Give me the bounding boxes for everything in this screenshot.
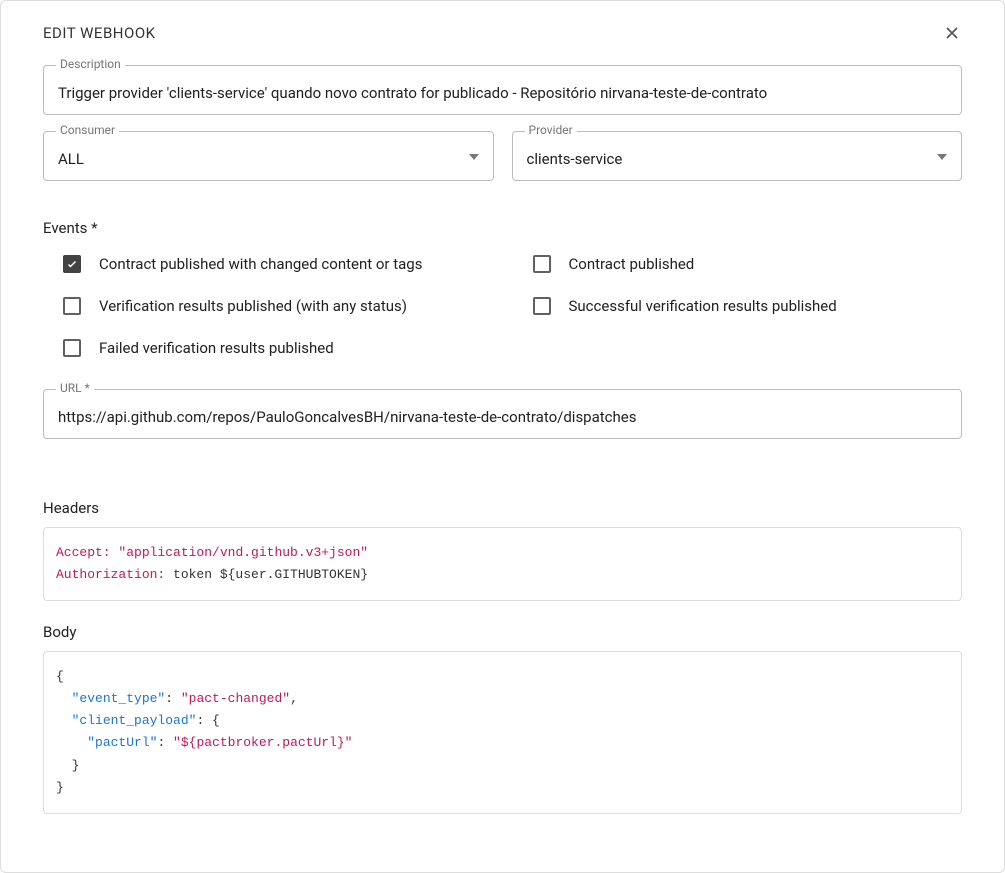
body-section-label: Body xyxy=(43,623,962,641)
provider-value: clients-service xyxy=(527,150,948,168)
url-field[interactable]: URL * https://api.github.com/repos/Paulo… xyxy=(43,389,962,439)
event-checkbox-verification-any[interactable]: Verification results published (with any… xyxy=(63,297,493,315)
brace: } xyxy=(56,780,64,795)
chevron-down-icon xyxy=(469,148,479,164)
headers-section-label: Headers xyxy=(43,499,962,517)
json-value: "${pactbroker.pactUrl}" xyxy=(173,735,352,750)
event-label: Contract published with changed content … xyxy=(99,255,422,273)
modal-header: EDIT WEBHOOK xyxy=(1,1,1004,53)
event-checkbox-verification-success[interactable]: Successful verification results publishe… xyxy=(533,297,963,315)
headers-code[interactable]: Accept: "application/vnd.github.v3+json"… xyxy=(43,527,962,601)
consumer-label: Consumer xyxy=(56,123,119,137)
header-value: "application/vnd.github.v3+json" xyxy=(118,545,368,560)
modal-title: EDIT WEBHOOK xyxy=(43,24,156,42)
comma: , xyxy=(290,691,298,706)
checkbox-icon xyxy=(63,339,81,357)
events-section-label: Events * xyxy=(43,219,962,237)
events-grid: Contract published with changed content … xyxy=(43,255,962,357)
json-value: "pact-changed" xyxy=(181,691,290,706)
provider-select[interactable]: Provider clients-service xyxy=(512,131,963,181)
brace: { xyxy=(56,669,64,684)
header-key: Accept: xyxy=(56,545,111,560)
header-key: Authorization: xyxy=(56,567,165,582)
edit-webhook-modal: EDIT WEBHOOK Description Trigger provide… xyxy=(0,0,1005,873)
checkbox-icon xyxy=(533,297,551,315)
consumer-value: ALL xyxy=(58,150,479,168)
event-label: Contract published xyxy=(569,255,695,273)
body-code[interactable]: { "event_type": "pact-changed", "client_… xyxy=(43,651,962,814)
description-value: Trigger provider 'clients-service' quand… xyxy=(58,84,947,102)
event-checkbox-contract-changed[interactable]: Contract published with changed content … xyxy=(63,255,493,273)
brace: } xyxy=(56,758,79,773)
event-checkbox-contract-published[interactable]: Contract published xyxy=(533,255,963,273)
chevron-down-icon xyxy=(937,148,947,164)
event-label: Failed verification results published xyxy=(99,339,334,357)
close-icon[interactable] xyxy=(942,23,962,43)
checkbox-icon xyxy=(63,255,81,273)
url-value: https://api.github.com/repos/PauloGoncal… xyxy=(58,408,947,426)
json-key: "event_type" xyxy=(72,691,166,706)
json-key: "client_payload" xyxy=(72,713,197,728)
json-key: "pactUrl" xyxy=(87,735,157,750)
event-label: Verification results published (with any… xyxy=(99,297,407,315)
url-label: URL * xyxy=(56,381,94,395)
description-label: Description xyxy=(56,57,125,71)
checkbox-icon xyxy=(533,255,551,273)
provider-label: Provider xyxy=(525,123,577,137)
event-checkbox-verification-failed[interactable]: Failed verification results published xyxy=(63,339,493,357)
checkbox-icon xyxy=(63,297,81,315)
brace: { xyxy=(212,713,220,728)
event-label: Successful verification results publishe… xyxy=(569,297,837,315)
description-field[interactable]: Description Trigger provider 'clients-se… xyxy=(43,65,962,115)
consumer-select[interactable]: Consumer ALL xyxy=(43,131,494,181)
modal-body[interactable]: Description Trigger provider 'clients-se… xyxy=(1,53,1004,872)
header-value: token ${user.GITHUBTOKEN} xyxy=(165,567,368,582)
